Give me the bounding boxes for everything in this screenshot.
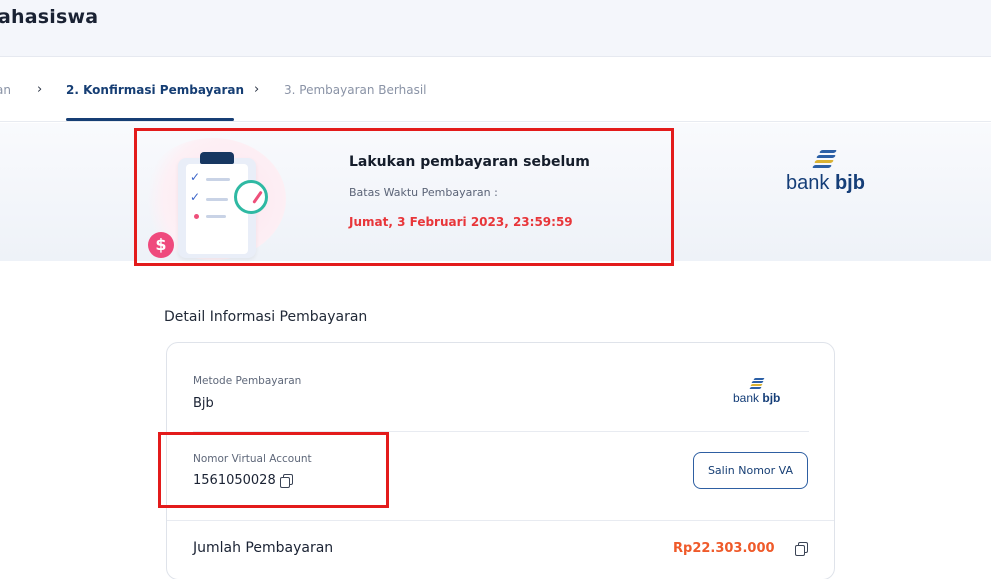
highlight-box-deadline [134,128,674,266]
highlight-box-va [158,432,389,508]
active-step-indicator [66,118,234,121]
amount-value: Rp22.303.000 [673,541,775,556]
chevron-right-icon: › [254,82,260,97]
copy-icon[interactable] [795,542,808,556]
section-title: Detail Informasi Pembayaran [164,309,368,325]
divider [167,520,834,521]
method-value: Bjb [193,396,214,411]
step-1-label[interactable]: an [0,83,11,97]
bjb-mark-icon [748,378,766,391]
amount-label: Jumlah Pembayaran [193,540,334,556]
payment-stepper: an › 2. Konfirmasi Pembayaran › 3. Pemba… [0,58,991,122]
copy-va-button[interactable]: Salin Nomor VA [693,452,808,489]
bank-bjb-logo: bank bjb [786,150,865,195]
bank-bjb-logo-small: bank bjb [733,378,780,405]
step-2-label-active[interactable]: 2. Konfirmasi Pembayaran [66,83,244,97]
method-label: Metode Pembayaran [193,375,302,387]
chevron-right-icon: › [37,82,43,97]
bjb-mark-icon [810,150,840,172]
step-3-label[interactable]: 3. Pembayaran Berhasil [284,83,427,97]
page-title: ahasiswa [0,6,99,28]
top-header: ahasiswa [0,0,991,57]
